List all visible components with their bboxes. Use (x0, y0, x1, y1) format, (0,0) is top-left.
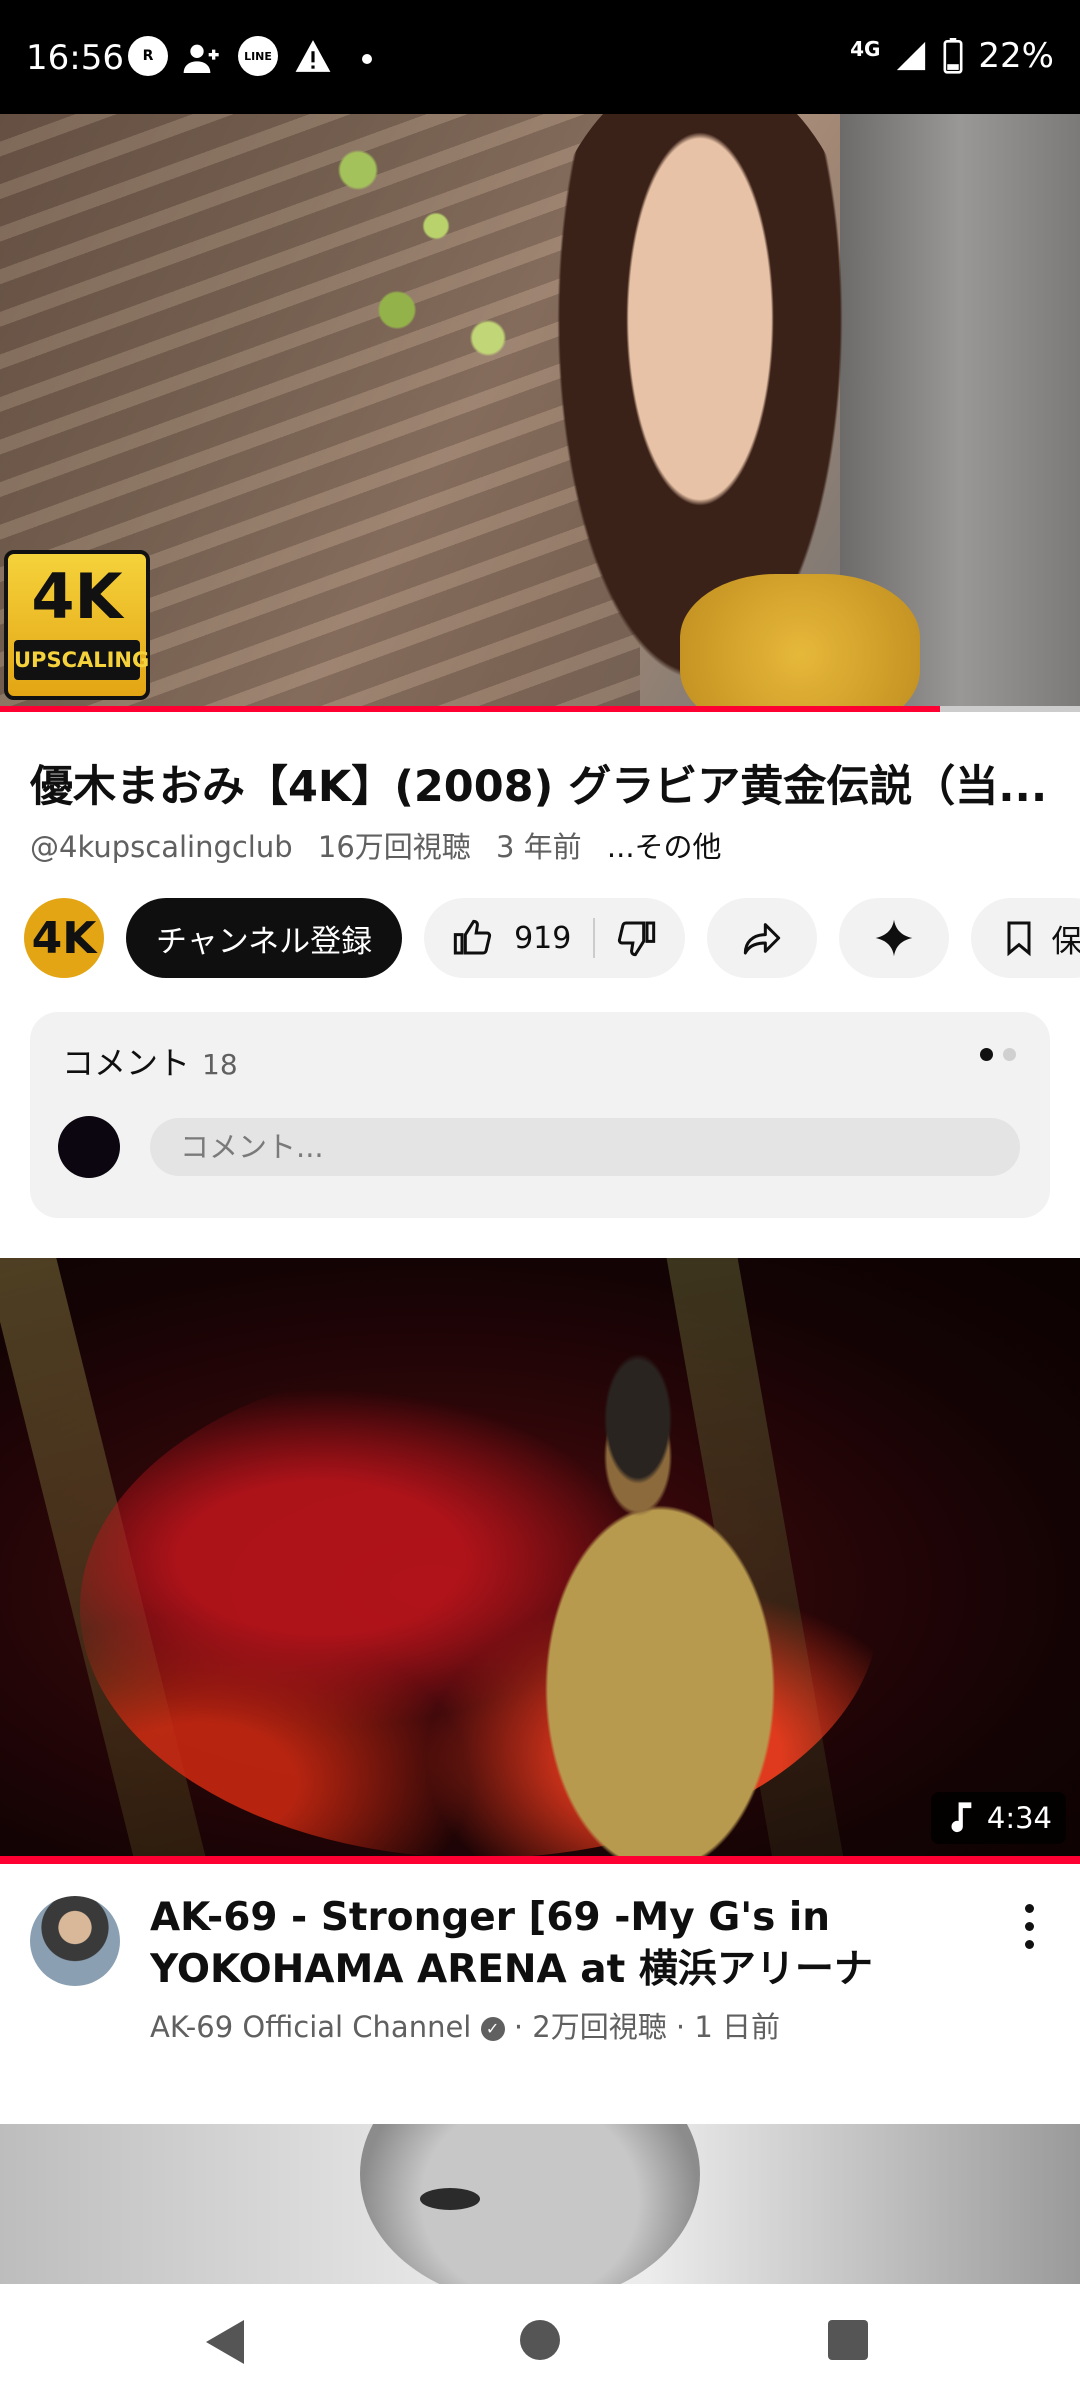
performer-figure (440, 1338, 880, 1856)
bookmark-icon (1007, 921, 1031, 957)
save-button[interactable]: 保存 (971, 898, 1080, 978)
comment-input[interactable]: コメント... (150, 1118, 1020, 1176)
channel-avatar[interactable] (30, 1896, 120, 1986)
view-count: 16万回視聴 (317, 830, 471, 864)
battery-percent: 22% (978, 36, 1054, 76)
player-leaves (280, 114, 540, 394)
comments-card[interactable]: コメント 18 コメント... (30, 1012, 1050, 1218)
thumbs-down-icon[interactable] (617, 918, 657, 958)
subscribe-button[interactable]: チャンネル登録 (126, 898, 403, 978)
back-icon[interactable] (206, 2320, 244, 2364)
status-time: 16:56 (26, 38, 124, 78)
thumbs-up-icon (453, 919, 492, 955)
next-video-progress (0, 1856, 1080, 1864)
video-meta[interactable]: @4kupscalingclub 16万回視聴 3 年前 ...その他 (30, 824, 738, 866)
third-video-thumbnail[interactable] (0, 2124, 1080, 2284)
battery-icon (943, 38, 963, 74)
recents-icon[interactable] (828, 2320, 868, 2360)
system-nav-bar (0, 2284, 1080, 2400)
share-icon (744, 923, 781, 955)
next-views-age: · 2万回視聴 · 1 日前 (513, 2010, 781, 2044)
r-link-icon: R (128, 36, 168, 76)
status-bar: 16:56 R LINE 4G 22% (0, 0, 1080, 114)
notification-dot-icon (362, 54, 372, 64)
person-add-icon (182, 38, 222, 82)
verified-icon: ✓ (480, 2017, 505, 2041)
more-link[interactable]: ...その他 (607, 830, 722, 864)
save-label: 保存 (1051, 923, 1080, 960)
network-label: 4G (850, 37, 881, 61)
line-icon: LINE (238, 36, 278, 76)
status-right: 4G 22% (850, 36, 1054, 76)
thumbnail-lips (420, 2188, 480, 2210)
thumbnail-face (360, 2124, 700, 2284)
more-options-icon[interactable] (1014, 1904, 1044, 1949)
home-icon[interactable] (520, 2320, 560, 2360)
signal-icon (897, 41, 926, 71)
4k-upscaling-badge: 4K UPSCALING (4, 550, 150, 700)
share-button[interactable] (707, 898, 818, 978)
comments-count: 18 (202, 1048, 238, 1081)
comments-pager-dots (980, 1048, 1016, 1061)
badge-sub-text: UPSCALING (14, 640, 149, 680)
sparkle-icon (876, 919, 913, 957)
video-info-sheet: 優木まおみ【4K】(2008) グラビア黄金伝説（当... @4kupscali… (0, 712, 1080, 1252)
warning-icon (294, 38, 332, 78)
duration-badge: 4:34 (930, 1792, 1066, 1844)
channel-avatar[interactable]: 4K (24, 898, 104, 978)
comments-header: コメント 18 (62, 1038, 238, 1084)
player-clothing (680, 574, 920, 708)
music-note-icon (951, 1802, 972, 1833)
user-avatar (58, 1116, 120, 1178)
video-player[interactable]: 4K UPSCALING (0, 114, 1080, 708)
video-title[interactable]: 優木まおみ【4K】(2008) グラビア黄金伝説（当... (30, 752, 1060, 814)
next-video-meta: AK-69 Official Channel ✓ · 2万回視聴 · 1 日前 (150, 2004, 780, 2046)
like-button[interactable]: 919 (452, 918, 571, 958)
comments-title: コメント (62, 1044, 191, 1082)
duration-text: 4:34 (986, 1801, 1052, 1835)
next-video-title[interactable]: AK-69 - Stronger [69 -My G's in YOKOHAMA… (150, 1892, 970, 1996)
action-row: 4K チャンネル登録 919 保存 (24, 898, 1080, 978)
like-divider (593, 918, 596, 958)
next-channel-name: AK-69 Official Channel (150, 2010, 472, 2044)
like-count: 919 (514, 920, 572, 956)
next-video-info[interactable]: AK-69 - Stronger [69 -My G's in YOKOHAMA… (0, 1864, 1080, 2044)
like-dislike-pill: 919 (424, 898, 686, 978)
channel-handle: @4kupscalingclub (30, 830, 293, 864)
badge-main-text: 4K (31, 560, 123, 633)
upload-age: 3 年前 (496, 830, 582, 864)
next-video-thumbnail[interactable]: 4:34 (0, 1258, 1080, 1856)
ask-ai-button[interactable] (839, 898, 950, 978)
